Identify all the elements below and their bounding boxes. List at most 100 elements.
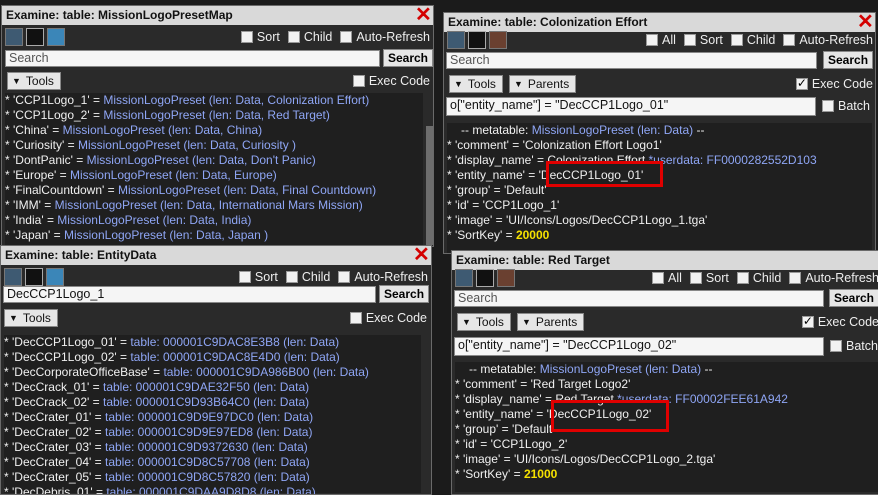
list-item-value-link[interactable]: table: 000001C9DA986B00 (len: Data) bbox=[163, 365, 368, 379]
delete-icon[interactable] bbox=[489, 31, 507, 49]
code-input[interactable]: o["entity_name"] = "DecCCP1Logo_01" bbox=[446, 96, 816, 116]
auto-refresh-checkbox[interactable] bbox=[340, 31, 353, 43]
list-item-value-link[interactable]: MissionLogoPreset (len: Data, Japan ) bbox=[64, 228, 268, 242]
list-item-value-link[interactable]: MissionLogoPreset (len: Data, China) bbox=[63, 123, 262, 137]
list-item[interactable]: * 'CCP1Logo_1' = MissionLogoPreset (len:… bbox=[5, 93, 423, 108]
auto-refresh-checkbox[interactable] bbox=[789, 272, 802, 284]
list-item-value-link[interactable]: table: 000001C9DAE32F50 (len: Data) bbox=[103, 380, 309, 394]
list-item-value-link[interactable]: MissionLogoPreset (len: Data, Don't Pani… bbox=[87, 153, 316, 167]
refresh-icon[interactable] bbox=[455, 269, 473, 287]
search-button[interactable]: Search bbox=[382, 49, 433, 67]
auto-refresh-checkbox[interactable] bbox=[338, 271, 351, 283]
list-item-value-link[interactable]: table: 000001C9D9E97DC0 (len: Data) bbox=[105, 410, 313, 424]
child-checkbox[interactable] bbox=[736, 272, 749, 284]
sort-checkbox[interactable] bbox=[683, 34, 696, 46]
list-item[interactable]: * 'DecCrater_05' = table: 000001C9D8C578… bbox=[4, 470, 421, 485]
search-input[interactable]: Search bbox=[454, 289, 824, 307]
child-checkbox[interactable] bbox=[730, 34, 743, 46]
list-item[interactable]: * 'China' = MissionLogoPreset (len: Data… bbox=[5, 123, 423, 138]
refresh-icon[interactable] bbox=[4, 268, 22, 286]
close-icon[interactable]: ✕ bbox=[857, 13, 874, 32]
auto-refresh-checkbox[interactable] bbox=[783, 34, 796, 46]
scrollbar[interactable] bbox=[426, 126, 433, 245]
grid-view-icon[interactable] bbox=[476, 269, 494, 287]
list-item[interactable]: * 'India' = MissionLogoPreset (len: Data… bbox=[5, 213, 423, 228]
list-item-value-link[interactable]: table: 000001C9D93B64C0 (len: Data) bbox=[103, 395, 309, 409]
close-icon[interactable]: ✕ bbox=[415, 6, 432, 25]
list-item-value-link[interactable]: table: 000001C9DAA9D8D8 (len: Data) bbox=[106, 485, 315, 494]
search-button[interactable]: Search bbox=[828, 289, 878, 307]
exec-code-checkbox[interactable] bbox=[352, 75, 365, 87]
list-item-value-link[interactable]: table: 000001C9DAC8E4D0 (len: Data) bbox=[130, 350, 339, 364]
tools-dropdown[interactable]: ▼ Tools bbox=[7, 72, 61, 90]
list-item-value-link[interactable]: table: 000001C9D8C57708 (len: Data) bbox=[105, 455, 310, 469]
list-item-value-link[interactable]: table: 000001C9D9E97ED8 (len: Data) bbox=[105, 425, 312, 439]
sort-checkbox[interactable] bbox=[238, 271, 251, 283]
list-item-value-link[interactable]: MissionLogoPreset (len: Data, Final Coun… bbox=[118, 183, 376, 197]
search-input[interactable]: Search bbox=[5, 49, 380, 67]
list-item-value-link[interactable]: MissionLogoPreset (len: Data, Europe) bbox=[70, 168, 277, 182]
refresh-icon[interactable] bbox=[5, 28, 23, 46]
exec-code-label: Exec Code bbox=[817, 315, 878, 329]
refresh-icon[interactable] bbox=[447, 31, 465, 49]
exec-code-checkbox[interactable] bbox=[349, 312, 362, 324]
list-item-key: * 'DecCrater_02' bbox=[4, 425, 92, 439]
list-item[interactable]: * 'DecCrater_01' = table: 000001C9D9E97D… bbox=[4, 410, 421, 425]
sort-checkbox[interactable] bbox=[689, 272, 702, 284]
list-item-value-link[interactable]: table: 000001C9DAC8E3B8 (len: Data) bbox=[130, 335, 339, 349]
all-checkbox[interactable] bbox=[652, 272, 664, 284]
child-checkbox[interactable] bbox=[285, 271, 298, 283]
child-checkbox[interactable] bbox=[287, 31, 300, 43]
list-item[interactable]: * 'DecCCP1Logo_01' = table: 000001C9DAC8… bbox=[4, 335, 421, 350]
batch-checkbox[interactable] bbox=[830, 340, 842, 352]
list-item[interactable]: * 'CCP1Logo_2' = MissionLogoPreset (len:… bbox=[5, 108, 423, 123]
list-item-value-link[interactable]: table: 000001C9D9372630 (len: Data) bbox=[105, 440, 308, 454]
list-item[interactable]: * 'DecCCP1Logo_02' = table: 000001C9DAC8… bbox=[4, 350, 421, 365]
list-item[interactable]: * 'DecCrack_01' = table: 000001C9DAE32F5… bbox=[4, 380, 421, 395]
all-checkbox[interactable] bbox=[646, 34, 658, 46]
window-title[interactable]: Examine: table: EntityData bbox=[1, 246, 431, 265]
list-item[interactable]: * 'DecCorporateOfficeBase' = table: 0000… bbox=[4, 365, 421, 380]
list-item[interactable]: * 'DecCrater_04' = table: 000001C9D8C577… bbox=[4, 455, 421, 470]
list-item-key: * 'India' bbox=[5, 213, 44, 227]
delete-icon[interactable] bbox=[497, 269, 515, 287]
list-item[interactable]: * 'Curiosity' = MissionLogoPreset (len: … bbox=[5, 138, 423, 153]
chevron-down-icon: ▼ bbox=[462, 317, 471, 327]
view-icon[interactable] bbox=[47, 28, 65, 46]
list-item[interactable]: * 'DontPanic' = MissionLogoPreset (len: … bbox=[5, 153, 423, 168]
batch-checkbox[interactable] bbox=[822, 100, 834, 112]
window-title[interactable]: Examine: table: MissionLogoPresetMap bbox=[2, 6, 433, 25]
list-item-value-link[interactable]: table: 000001C9D8C57820 (len: Data) bbox=[105, 470, 310, 484]
parents-dropdown[interactable]: ▼ Parents bbox=[516, 313, 585, 331]
tools-dropdown[interactable]: ▼ Tools bbox=[4, 309, 58, 327]
code-input[interactable]: o["entity_name"] = "DecCCP1Logo_02" bbox=[454, 336, 824, 356]
list-item[interactable]: * 'DecCrack_02' = table: 000001C9D93B64C… bbox=[4, 395, 421, 410]
list-item-value-link[interactable]: MissionLogoPreset (len: Data, Colonizati… bbox=[103, 93, 369, 107]
tools-dropdown[interactable]: ▼ Tools bbox=[449, 75, 503, 93]
search-input[interactable]: Search bbox=[446, 51, 817, 69]
list-item[interactable]: * 'FinalCountdown' = MissionLogoPreset (… bbox=[5, 183, 423, 198]
search-button[interactable]: Search bbox=[823, 51, 874, 69]
search-input[interactable]: DecCCP1Logo_1 bbox=[3, 285, 376, 303]
sort-checkbox[interactable] bbox=[240, 31, 253, 43]
list-item-value-link[interactable]: MissionLogoPreset (len: Data, India) bbox=[57, 213, 251, 227]
list-item-value-link[interactable]: MissionLogoPreset (len: Data, Curiosity … bbox=[78, 138, 296, 152]
exec-code-checkbox[interactable] bbox=[795, 76, 808, 90]
list-item-value-link[interactable]: MissionLogoPreset (len: Data, Internatio… bbox=[55, 198, 363, 212]
parents-dropdown[interactable]: ▼ Parents bbox=[508, 75, 577, 93]
grid-view-icon[interactable] bbox=[25, 268, 43, 286]
tools-dropdown[interactable]: ▼ Tools bbox=[457, 313, 511, 331]
list-item[interactable]: * 'DecDebris_01' = table: 000001C9DAA9D8… bbox=[4, 485, 421, 494]
list-item[interactable]: * 'IMM' = MissionLogoPreset (len: Data, … bbox=[5, 198, 423, 213]
list-item[interactable]: * 'Japan' = MissionLogoPreset (len: Data… bbox=[5, 228, 423, 243]
close-icon[interactable]: ✕ bbox=[413, 246, 430, 265]
list-item[interactable]: * 'DecCrater_03' = table: 000001C9D93726… bbox=[4, 440, 421, 455]
list-item[interactable]: * 'Europe' = MissionLogoPreset (len: Dat… bbox=[5, 168, 423, 183]
list-item[interactable]: * 'DecCrater_02' = table: 000001C9D9E97E… bbox=[4, 425, 421, 440]
search-button[interactable]: Search bbox=[379, 285, 430, 303]
grid-view-icon[interactable] bbox=[468, 31, 486, 49]
list-item-value-link[interactable]: MissionLogoPreset (len: Data, Red Target… bbox=[103, 108, 330, 122]
exec-code-checkbox[interactable] bbox=[801, 314, 814, 328]
grid-view-icon[interactable] bbox=[26, 28, 44, 46]
view-icon[interactable] bbox=[46, 268, 64, 286]
